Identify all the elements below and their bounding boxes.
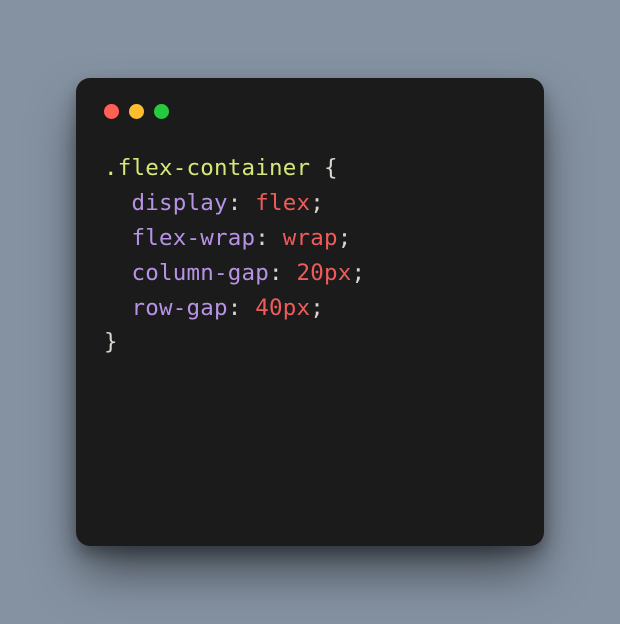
minimize-icon[interactable]: [129, 104, 144, 119]
code-block: .flex-container { display: flex; flex-wr…: [104, 151, 516, 360]
css-property: flex-wrap: [132, 225, 256, 251]
window-traffic-lights: [104, 104, 516, 119]
css-selector: .flex-container: [104, 155, 310, 181]
zoom-icon[interactable]: [154, 104, 169, 119]
close-icon[interactable]: [104, 104, 119, 119]
css-property: display: [132, 190, 228, 216]
css-value: 40px: [255, 295, 310, 321]
close-brace: }: [104, 329, 118, 355]
open-brace: {: [310, 155, 338, 181]
code-window: .flex-container { display: flex; flex-wr…: [76, 78, 544, 546]
stage: .flex-container { display: flex; flex-wr…: [0, 0, 620, 624]
css-property: row-gap: [132, 295, 228, 321]
css-value: flex: [255, 190, 310, 216]
css-value: 20px: [296, 260, 351, 286]
css-value: wrap: [283, 225, 338, 251]
css-property: column-gap: [132, 260, 269, 286]
